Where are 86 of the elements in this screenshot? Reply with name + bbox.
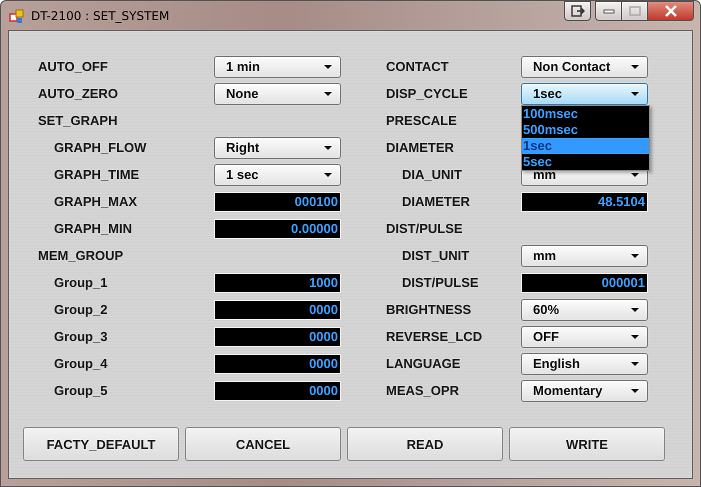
caret-icon [324,64,332,68]
dropdown-value: 1 min [226,59,260,74]
setting-label: Group_4 [53,356,108,371]
setting-label: DIST_UNIT [401,248,470,263]
caret-icon [631,92,639,96]
setting-label: DIAMETER [401,194,470,209]
caret-icon [324,172,332,176]
dropdown[interactable]: Right [214,136,341,158]
number-field[interactable]: 000001 [521,272,648,292]
number-field[interactable]: 0000 [214,326,341,346]
number-field[interactable]: 000100 [214,192,341,212]
dropdown-value: mm [533,167,556,182]
dropdown[interactable]: 60% [521,298,648,320]
dropdown[interactable]: OFF [521,326,648,348]
dropdown-value: Momentary [533,383,602,398]
caret-icon [324,92,332,96]
dropdown-option[interactable]: 1sec [522,138,649,154]
dropdown-value: mm [533,248,556,263]
caret-icon [631,308,639,312]
dropdown[interactable]: mm [521,244,648,266]
caret-icon [631,172,639,176]
caret-icon [631,64,639,68]
close-button[interactable] [648,1,694,21]
window-title: DT-2100 : SET_SYSTEM [31,8,170,22]
setting-label: REVERSE_LCD [386,329,482,344]
action-button[interactable]: READ [347,427,503,461]
exit-icon [570,5,584,17]
caret-icon [631,388,639,392]
app-icon [9,8,25,24]
setting-label: MEAS_OPR [386,383,459,398]
setting-label: DIA_UNIT [401,167,462,182]
maximize-button[interactable] [622,1,648,21]
dropdown[interactable]: 1 sec [214,164,341,186]
number-field[interactable]: 48.5104 [521,192,648,212]
setting-label: Group_1 [53,275,108,290]
setting-label: GRAPH_MAX [53,194,138,209]
setting-label: Group_2 [53,302,108,317]
setting-label: PRESCALE [386,113,457,128]
minimize-button[interactable] [595,1,622,21]
caret-icon [631,254,639,258]
caret-icon [631,334,639,338]
number-field[interactable]: 0000 [214,354,341,374]
setting-label: CONTACT [386,59,449,74]
dropdown-value: None [226,86,258,101]
dropdown[interactable]: English [521,352,648,374]
dropdown-value: 1 sec [226,167,259,182]
action-button[interactable]: WRITE [509,427,665,461]
setting-label: Group_3 [53,329,108,344]
dropdown-option[interactable]: 500msec [522,122,649,138]
setting-label: AUTO_OFF [38,59,108,74]
setting-label: SET_GRAPH [38,113,118,128]
setting-label: DIST/PULSE [401,275,479,290]
minimize-icon [602,8,614,14]
dropdown[interactable]: Momentary [521,380,648,402]
action-button[interactable]: CANCEL [185,427,341,461]
dropdown[interactable]: Non Contact [521,56,648,78]
dropdown-value: English [533,356,580,371]
setting-label: GRAPH_MIN [53,221,132,236]
setting-label: DIST/PULSE [386,221,463,236]
dropdown[interactable]: 1 min [214,56,341,78]
restore-icon-button[interactable] [564,1,591,21]
setting-label: GRAPH_TIME [53,167,140,182]
number-field[interactable]: 0.00000 [214,218,341,238]
setting-label: LANGUAGE [386,356,460,371]
setting-label: Group_5 [53,383,108,398]
number-field[interactable]: 1000 [214,272,341,292]
caret-icon [631,362,639,366]
setting-label: DISP_CYCLE [386,86,468,101]
dropdown-value: 60% [533,302,560,317]
action-button[interactable]: FACTY_DEFAULT [23,427,179,461]
close-icon [664,5,678,17]
number-field[interactable]: 0000 [214,300,341,320]
setting-label: GRAPH_FLOW [53,140,146,155]
dropdown-option[interactable]: 100msec [522,106,649,122]
number-field[interactable]: 0000 [214,380,341,400]
dropdown-value: 1sec [533,86,562,101]
setting-label: DIAMETER [386,140,454,155]
maximize-icon [628,6,640,16]
dropdown-value: OFF [533,329,559,344]
caret-icon [324,146,332,150]
setting-label: BRIGHTNESS [386,302,472,317]
dropdown-value: Non Contact [533,59,610,74]
dropdown[interactable]: None [214,82,341,104]
setting-label: AUTO_ZERO [38,86,118,101]
dropdown-value: Right [226,140,260,155]
setting-label: MEM_GROUP [38,248,124,263]
